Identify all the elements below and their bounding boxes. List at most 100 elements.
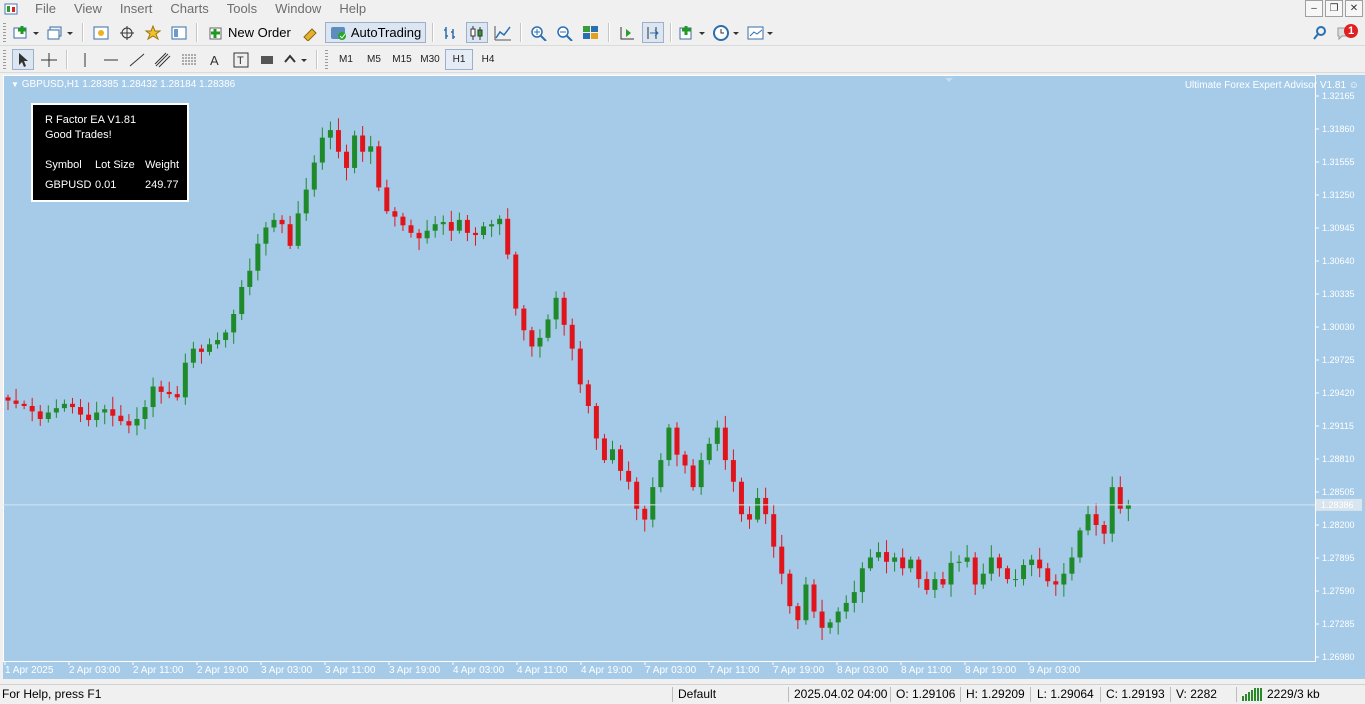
candlestick-button[interactable] bbox=[466, 22, 489, 43]
panel-lot-size-value: 0.01 bbox=[95, 179, 117, 191]
timeframe-m30[interactable]: M30 bbox=[417, 50, 443, 69]
chart-shift-button[interactable] bbox=[616, 22, 638, 43]
text-label-button[interactable]: T bbox=[230, 49, 252, 70]
bar-chart-button[interactable] bbox=[440, 22, 462, 43]
cursor-button[interactable] bbox=[12, 49, 34, 70]
data-window-button[interactable] bbox=[116, 22, 138, 43]
bear-candle bbox=[505, 218, 511, 255]
toolbar-separator bbox=[82, 23, 84, 42]
bull-candle bbox=[1029, 559, 1035, 566]
bull-candle bbox=[53, 408, 59, 413]
status-bar: For Help, press F1 Default 2025.04.02 04… bbox=[0, 684, 1365, 704]
zoom-out-button[interactable] bbox=[554, 22, 576, 43]
text-button[interactable]: A bbox=[204, 49, 226, 70]
templates-button[interactable] bbox=[746, 22, 776, 43]
toolbar-separator bbox=[520, 23, 523, 42]
menu-insert[interactable]: Insert bbox=[111, 0, 162, 18]
bull-candle bbox=[215, 339, 221, 345]
menu-file[interactable]: File bbox=[26, 0, 65, 18]
menu-tools[interactable]: Tools bbox=[218, 0, 266, 18]
bull-candle bbox=[956, 561, 962, 563]
status-separator bbox=[672, 687, 673, 702]
templates-icon bbox=[747, 26, 774, 39]
time-label: 2 Apr 19:00 bbox=[197, 665, 249, 676]
bear-candle bbox=[1053, 581, 1059, 585]
bull-candle bbox=[650, 487, 656, 520]
menu-view[interactable]: View bbox=[65, 0, 111, 18]
toolbar-grip[interactable] bbox=[3, 50, 6, 69]
timeframe-m1[interactable]: M1 bbox=[333, 50, 359, 69]
menu-help[interactable]: Help bbox=[330, 0, 375, 18]
toolbar-grip[interactable] bbox=[325, 50, 328, 69]
bear-candle bbox=[1117, 487, 1123, 509]
rectangle-button[interactable] bbox=[256, 49, 278, 70]
star-folder-icon bbox=[144, 24, 162, 40]
bear-candle bbox=[682, 454, 688, 466]
alerts-button[interactable]: 1 bbox=[1335, 22, 1359, 43]
horizontal-line-button[interactable] bbox=[100, 49, 122, 70]
line-chart-button[interactable] bbox=[492, 22, 514, 43]
profiles-button[interactable] bbox=[46, 22, 76, 43]
bull-candle bbox=[207, 344, 212, 352]
zoom-in-button[interactable] bbox=[528, 22, 550, 43]
chart-symbol-info: GBPUSD,H1 1.28385 1.28432 1.28184 1.2838… bbox=[21, 79, 236, 90]
periods-button[interactable] bbox=[712, 22, 742, 43]
timeframe-m5[interactable]: M5 bbox=[361, 50, 387, 69]
chart-shift-marker bbox=[945, 78, 953, 82]
bull-candle bbox=[892, 557, 898, 562]
bear-candle bbox=[1101, 525, 1107, 534]
bull-candle bbox=[61, 403, 67, 409]
autoscroll-button[interactable] bbox=[642, 22, 665, 43]
equidistant-channel-button[interactable] bbox=[152, 49, 174, 70]
price-label: 1.26980 bbox=[1322, 652, 1355, 662]
candlestick-chart[interactable]: 1.32165 1.31860 1.31555 1.31250 1.30945 1.306… bbox=[3, 75, 1365, 679]
close-button[interactable]: ✕ bbox=[1345, 0, 1363, 17]
bull-candle bbox=[271, 219, 277, 228]
price-label: 1.27895 bbox=[1322, 553, 1355, 563]
toolbar-separator bbox=[66, 50, 68, 69]
market-watch-button[interactable] bbox=[90, 22, 112, 43]
current-price-label: 1.28386 bbox=[1321, 500, 1354, 510]
toolbar-grip[interactable] bbox=[3, 23, 6, 42]
metaeditor-button[interactable] bbox=[299, 22, 321, 43]
search-button[interactable] bbox=[1309, 22, 1331, 43]
tile-windows-button[interactable] bbox=[580, 22, 602, 43]
time-label: 4 Apr 11:00 bbox=[517, 665, 568, 676]
menu-charts[interactable]: Charts bbox=[161, 0, 217, 18]
bull-candle bbox=[948, 562, 954, 585]
tile-windows-icon bbox=[583, 25, 599, 39]
new-chart-button[interactable] bbox=[12, 22, 42, 43]
bear-candle bbox=[916, 559, 922, 580]
timeframe-h1[interactable]: H1 bbox=[445, 49, 473, 70]
trendline-button[interactable] bbox=[126, 49, 148, 70]
bull-candle bbox=[706, 443, 712, 461]
terminal-button[interactable] bbox=[168, 22, 190, 43]
bear-candle bbox=[690, 465, 696, 488]
indicators-button[interactable] bbox=[678, 22, 708, 43]
panel-subtitle: Good Trades! bbox=[45, 129, 112, 141]
new-order-button[interactable]: New Order bbox=[204, 22, 295, 43]
vertical-line-button[interactable] bbox=[74, 49, 96, 70]
crosshair-button[interactable] bbox=[38, 49, 60, 70]
autotrading-button[interactable]: AutoTrading bbox=[324, 22, 427, 43]
toolbar-separator bbox=[608, 23, 611, 42]
bear-candle bbox=[287, 224, 293, 246]
bear-candle bbox=[513, 254, 519, 309]
bear-candle bbox=[642, 508, 648, 520]
status-profile[interactable]: Default bbox=[678, 687, 716, 701]
navigator-button[interactable] bbox=[142, 22, 164, 43]
app-icon[interactable] bbox=[4, 2, 20, 16]
restore-button[interactable]: ❐ bbox=[1325, 0, 1343, 17]
chart-shift-icon bbox=[620, 26, 635, 39]
arrows-button[interactable] bbox=[282, 49, 310, 70]
minimize-button[interactable]: – bbox=[1305, 0, 1323, 17]
panel-weight-value: 249.77 bbox=[145, 179, 179, 191]
bear-candle bbox=[529, 330, 535, 347]
timeframe-h4[interactable]: H4 bbox=[475, 50, 501, 69]
chart-collapse-icon[interactable]: ▼ bbox=[11, 80, 19, 89]
timeframe-m15[interactable]: M15 bbox=[389, 50, 415, 69]
chart-window[interactable]: 1.32165 1.31860 1.31555 1.31250 1.30945 1.306… bbox=[3, 75, 1365, 679]
menu-window[interactable]: Window bbox=[266, 0, 330, 18]
fibonacci-button[interactable] bbox=[178, 49, 200, 70]
bear-candle bbox=[1037, 559, 1043, 569]
